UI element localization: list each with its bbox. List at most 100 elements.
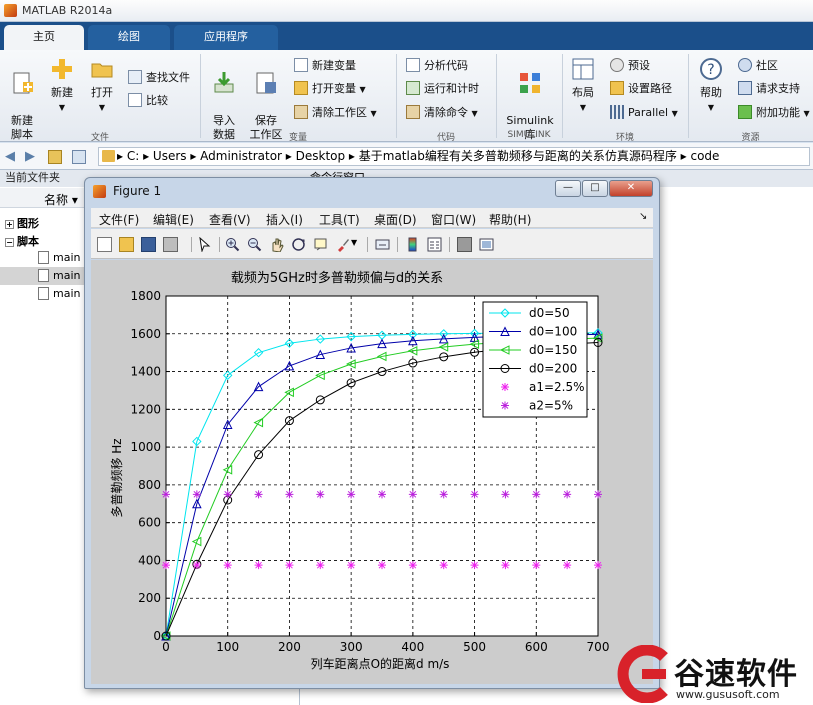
plot-layer: 0 100 200 300 400 500 600 700 0 200 400 600 800 1000 1…: [130, 289, 609, 654]
compare-button[interactable]: 比较: [128, 93, 168, 109]
menu-view[interactable]: 查看(V): [209, 211, 251, 228]
menu-edit[interactable]: 编辑(E): [153, 211, 194, 228]
rotate-3d-icon[interactable]: [291, 237, 306, 252]
new-button[interactable]: 新建 ▼: [44, 56, 80, 115]
run-and-time-label: 运行和计时: [424, 82, 479, 95]
file-group-label: 文件: [90, 133, 109, 143]
pan-hand-icon[interactable]: [269, 237, 284, 252]
link-plot-icon[interactable]: [375, 237, 390, 252]
x-tick-label: 200: [278, 640, 301, 654]
data-cursor-icon[interactable]: [313, 237, 328, 252]
set-path-label: 设置路径: [628, 82, 672, 95]
parallel-button[interactable]: Parallel ▼: [610, 105, 678, 121]
tab-plots[interactable]: 绘图: [88, 25, 170, 50]
brush-icon[interactable]: [335, 237, 350, 252]
tree-item-scripts[interactable]: − 脚本: [5, 233, 39, 249]
minimize-button[interactable]: —: [555, 180, 581, 197]
new-figure-icon[interactable]: [97, 237, 112, 252]
menu-window[interactable]: 窗口(W): [431, 211, 476, 228]
show-plot-tools-icon[interactable]: [479, 237, 494, 252]
tab-home[interactable]: 主页: [4, 25, 84, 50]
preferences-button[interactable]: 预设: [610, 58, 650, 74]
community-button[interactable]: 社区: [738, 58, 778, 74]
menu-tools[interactable]: 工具(T): [319, 211, 360, 228]
help-button[interactable]: ? 帮助 ▼: [694, 56, 728, 115]
brush-dropdown-icon[interactable]: ▼: [351, 238, 357, 247]
m-file-icon: [38, 287, 49, 300]
maximize-button[interactable]: □: [582, 180, 608, 197]
ribbon: 新建 脚本 新建 ▼ 打开 ▼ 查找文件 比较 文件 导入 数据 保存 工作区 新建…: [0, 50, 813, 143]
close-button[interactable]: ✕: [609, 180, 653, 197]
browse-folder-icon[interactable]: [72, 150, 86, 164]
watermark-logo-icon: [617, 645, 668, 703]
toolbar-separator: [219, 237, 220, 252]
open-file-icon[interactable]: [119, 237, 134, 252]
menu-help[interactable]: 帮助(H): [489, 211, 531, 228]
data-point: [532, 561, 541, 570]
data-point: [316, 561, 325, 570]
open-variable-button[interactable]: 打开变量 ▼: [294, 81, 366, 97]
x-tick-label: 600: [525, 640, 548, 654]
toolbar-separator: [367, 237, 368, 252]
forward-arrow-icon[interactable]: ▶: [25, 149, 35, 164]
up-folder-icon[interactable]: [48, 150, 62, 164]
menu-insert[interactable]: 插入(I): [266, 211, 303, 228]
collapse-icon[interactable]: −: [5, 238, 14, 247]
code-group-label: 代码: [436, 133, 455, 143]
file-item[interactable]: main: [38, 251, 80, 264]
request-support-button[interactable]: 请求支持: [738, 81, 800, 97]
set-path-button[interactable]: 设置路径: [610, 81, 672, 97]
clear-commands-button[interactable]: 清除命令 ▼: [406, 105, 478, 121]
new-variable-button[interactable]: 新建变量: [294, 58, 356, 74]
clear-workspace-button[interactable]: 清除工作区 ▼: [294, 105, 377, 121]
file-item[interactable]: main: [38, 287, 80, 300]
figure-titlebar[interactable]: Figure 1 — □ ✕: [85, 178, 659, 204]
open-button[interactable]: 打开 ▼: [84, 56, 120, 115]
data-point: [563, 490, 572, 499]
zoom-out-icon[interactable]: [247, 237, 262, 252]
run-time-icon: [406, 81, 420, 95]
layout-label: 布局: [572, 86, 594, 99]
figure-title: Figure 1: [113, 184, 162, 198]
colorbar-icon[interactable]: [405, 237, 420, 252]
save-icon[interactable]: [141, 237, 156, 252]
data-point: [470, 490, 479, 499]
y-tick-label: 0: [153, 629, 161, 643]
file-item[interactable]: main: [38, 269, 80, 282]
tab-apps[interactable]: 应用程序: [174, 25, 278, 50]
file-name: main: [53, 251, 81, 264]
data-point: [192, 561, 201, 570]
pointer-icon[interactable]: [197, 237, 212, 252]
find-files-label: 查找文件: [146, 71, 190, 84]
new-variable-icon: [294, 58, 308, 72]
back-arrow-icon[interactable]: ◀: [5, 149, 15, 164]
data-point: [439, 561, 448, 570]
x-tick-label: 300: [340, 640, 363, 654]
analyze-code-button[interactable]: 分析代码: [406, 58, 468, 74]
current-folder-path[interactable]: ▸ C: ▸ Users ▸ Administrator ▸ Desktop ▸…: [98, 147, 810, 166]
legend-icon[interactable]: [427, 237, 442, 252]
print-icon[interactable]: [163, 237, 178, 252]
data-point: [594, 561, 602, 570]
menu-desktop[interactable]: 桌面(D): [374, 211, 417, 228]
figure-toolbar: ▼: [91, 229, 653, 259]
data-point: [501, 401, 509, 410]
tree-item-figures[interactable]: + 图形: [5, 215, 39, 231]
zoom-in-icon[interactable]: [225, 237, 240, 252]
data-point: [501, 383, 509, 391]
run-and-time-button[interactable]: 运行和计时: [406, 81, 479, 97]
plus-icon: [52, 59, 72, 79]
data-point: [594, 490, 602, 499]
simulink-group-label: SIMULINK: [507, 130, 551, 140]
x-tick-label: 400: [401, 640, 424, 654]
menu-file[interactable]: 文件(F): [99, 211, 139, 228]
expand-icon[interactable]: +: [5, 220, 14, 229]
add-ons-button[interactable]: 附加功能 ▼: [738, 105, 810, 121]
plot-svg[interactable]: 载频为5GHz时多普勒频偏与d的关系 列车距离点O的距离d m/s 多普勒频移 …: [91, 260, 653, 684]
figure-canvas[interactable]: 载频为5GHz时多普勒频偏与d的关系 列车距离点O的距离d m/s 多普勒频移 …: [91, 260, 653, 684]
import-icon: [214, 72, 234, 93]
menu-dock-arrow-icon[interactable]: ↘: [639, 211, 647, 222]
hide-plot-tools-icon[interactable]: [457, 237, 472, 252]
find-files-button[interactable]: 查找文件: [128, 70, 190, 86]
layout-button[interactable]: 布局 ▼: [566, 56, 600, 115]
